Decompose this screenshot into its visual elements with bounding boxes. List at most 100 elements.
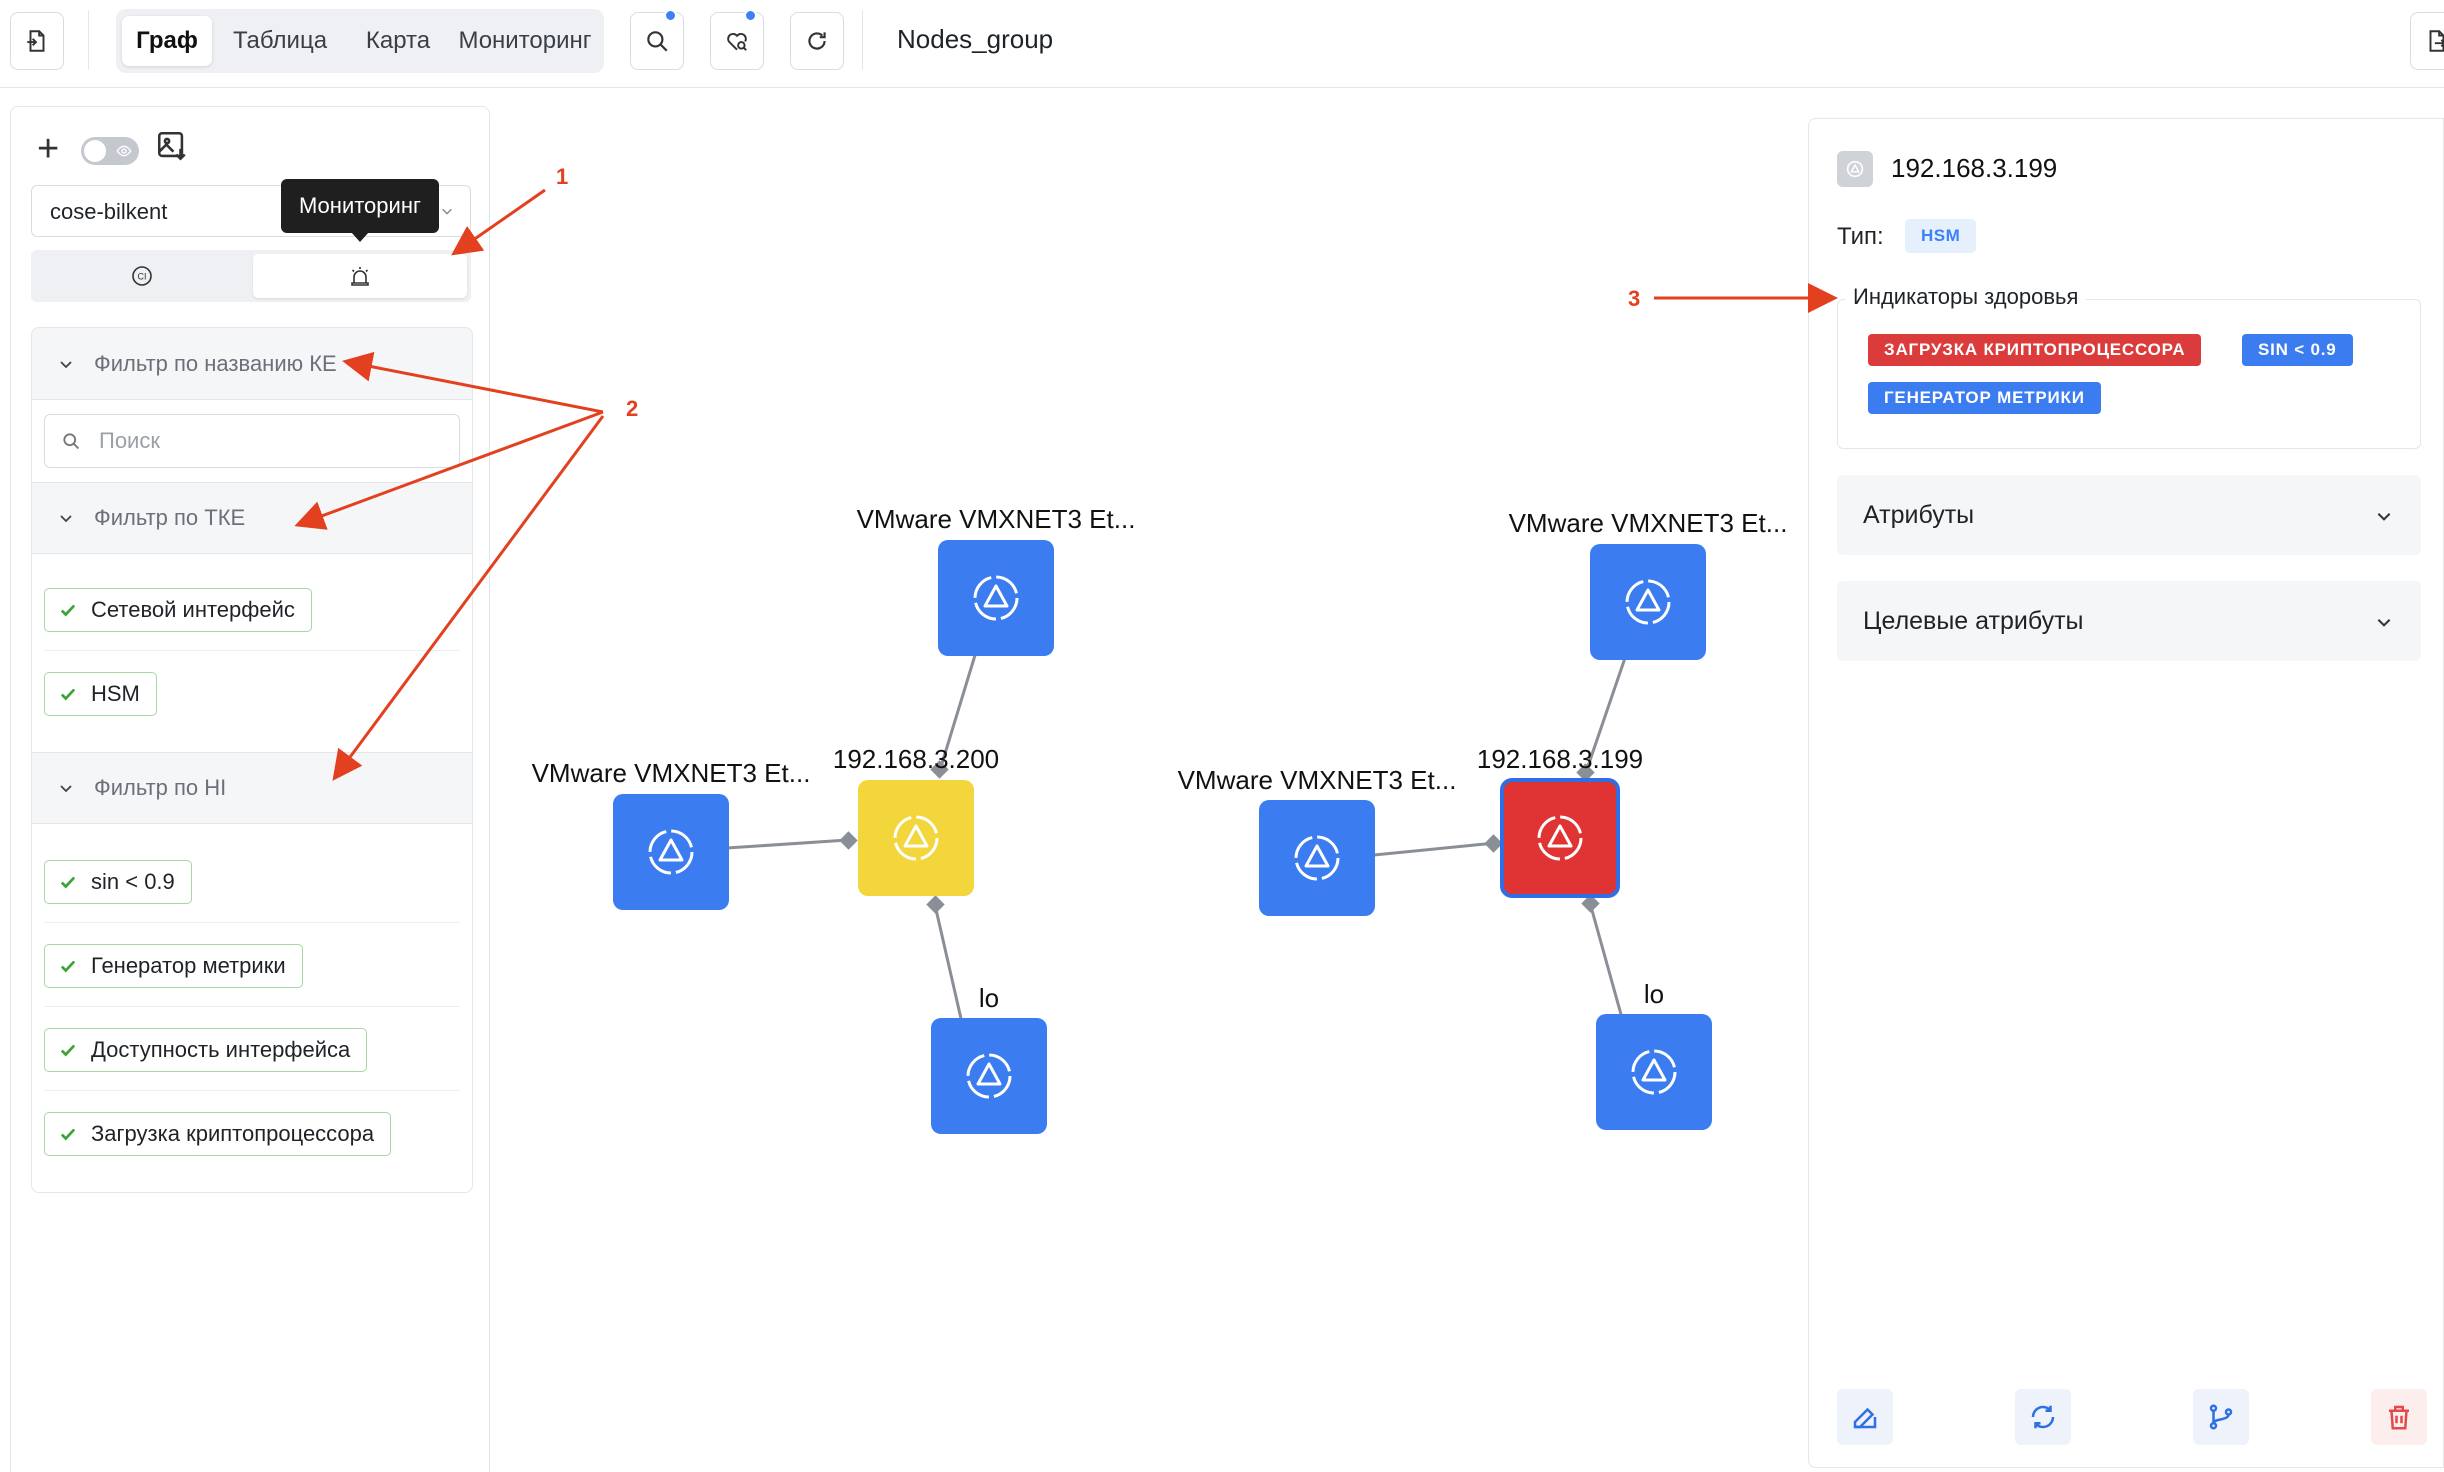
refresh-button[interactable] <box>790 12 844 70</box>
details-panel: 192.168.3.199 Тип: HSM ЗАГРУЗКА КРИПТОПР… <box>1808 118 2444 1468</box>
group-title: Nodes_group <box>897 24 1054 54</box>
attributes-accordion[interactable]: Атрибуты <box>1837 475 2421 555</box>
chevron-down-icon <box>60 785 72 793</box>
sync-button[interactable] <box>2015 1389 2071 1445</box>
filter-chip-network-interface[interactable]: Сетевой интерфейс <box>44 588 312 632</box>
type-badge: HSM <box>1905 219 1977 253</box>
search-icon <box>647 31 668 52</box>
filter-chip-label: Генератор метрики <box>91 953 286 978</box>
search-input[interactable]: Поиск <box>44 414 460 468</box>
notification-dot <box>664 9 677 22</box>
node-label: VMware VMXNET3 Et... <box>1509 508 1788 538</box>
node-label: VMware VMXNET3 Et... <box>857 504 1136 534</box>
svg-text:CI: CI <box>138 272 147 282</box>
edge-arrow <box>1484 834 1503 853</box>
refresh-icon <box>808 32 826 50</box>
health-tag-sin: SIN < 0.9 <box>2242 334 2353 366</box>
filter-chip-metric-generator[interactable]: Генератор метрики <box>44 944 303 988</box>
export-file-button[interactable] <box>2410 12 2444 70</box>
filter-tke-title: Фильтр по ТКЕ <box>94 505 246 530</box>
edit-icon <box>1853 1407 1877 1429</box>
graph-node-critical-selected[interactable]: 192.168.3.199 <box>1477 744 1643 898</box>
graph-edge <box>933 904 964 1024</box>
filter-hi-header[interactable]: Фильтр по HI <box>32 752 472 824</box>
filter-ke-header[interactable]: Фильтр по названию КЕ <box>32 328 472 400</box>
node-label: lo <box>1644 979 1664 1009</box>
view-tabs: Граф Таблица Карта Мониторинг <box>116 9 604 73</box>
edge-arrow <box>926 895 945 914</box>
panel-mode-tabs: CI <box>31 250 471 302</box>
edit-button[interactable] <box>1837 1389 1893 1445</box>
details-title: 192.168.3.199 <box>1891 153 2058 183</box>
health-indicators-title: Индикаторы здоровья <box>1845 284 2087 310</box>
node-label: lo <box>979 983 999 1013</box>
monitoring-tooltip: Мониторинг <box>281 179 439 242</box>
graph-edge <box>1588 902 1624 1019</box>
tab-table[interactable]: Таблица <box>216 16 344 66</box>
delete-button[interactable] <box>2371 1389 2427 1445</box>
node-label: 192.168.3.200 <box>833 744 999 774</box>
graph-node[interactable]: lo <box>931 983 1047 1134</box>
filter-chip-interface-availability[interactable]: Доступность интерфейса <box>44 1028 368 1072</box>
export-file-icon <box>2429 30 2444 52</box>
health-tag-metric-generator: ГЕНЕРАТОР МЕТРИКИ <box>1868 382 2101 414</box>
divider <box>44 922 460 923</box>
graph-edge <box>1373 841 1496 857</box>
filter-tke-header[interactable]: Фильтр по ТКЕ <box>32 482 472 554</box>
filter-chip-label: Доступность интерфейса <box>91 1037 351 1062</box>
node-label: 192.168.3.199 <box>1477 744 1643 774</box>
import-file-button[interactable] <box>10 12 64 70</box>
tab-map[interactable]: Карта <box>348 16 448 66</box>
branch-button[interactable] <box>2193 1389 2249 1445</box>
tab-ci[interactable]: CI <box>35 254 249 298</box>
filter-chip-label: Загрузка криптопроцессора <box>91 1121 375 1146</box>
graph-node[interactable]: VMware VMXNET3 Et... <box>1178 765 1457 916</box>
check-icon <box>60 688 76 701</box>
search-button[interactable] <box>630 9 684 70</box>
check-icon <box>60 1044 76 1057</box>
filter-chip-sin[interactable]: sin < 0.9 <box>44 860 192 904</box>
target-attributes-accordion[interactable]: Целевые атрибуты <box>1837 581 2421 661</box>
filters-accordion: Фильтр по названию КЕ Поиск Фильтр по ТК… <box>31 327 473 1193</box>
chevron-down-icon <box>2377 513 2391 521</box>
health-search-button[interactable] <box>710 9 764 70</box>
tab-monitoring[interactable]: Мониторинг <box>452 16 598 66</box>
toggle-knob <box>84 140 106 162</box>
add-icon[interactable]: + <box>37 129 59 169</box>
health-tag-crypto-load: ЗАГРУЗКА КРИПТОПРОЦЕССОРА <box>1868 334 2202 366</box>
search-placeholder: Поиск <box>99 428 160 453</box>
filter-chip-hsm[interactable]: HSM <box>44 672 157 716</box>
chevron-down-icon <box>2377 619 2391 627</box>
filter-chip-label: Сетевой интерфейс <box>91 597 295 622</box>
heart-search-icon <box>727 32 747 51</box>
save-image-icon[interactable] <box>155 129 189 163</box>
node-type-icon <box>1837 151 1873 187</box>
graph-node[interactable]: lo <box>1596 979 1712 1130</box>
toolbar-divider <box>862 10 863 70</box>
graph-node[interactable]: VMware VMXNET3 Et... <box>1509 508 1788 660</box>
alarm-icon <box>351 267 369 286</box>
top-bar: Граф Таблица Карта Мониторинг Nodes_grou… <box>0 0 2444 88</box>
graph-canvas[interactable]: VMware VMXNET3 Et... VMware VMXNET3 Et..… <box>500 90 1800 1472</box>
ci-icon: CI <box>132 266 152 286</box>
graph-node[interactable]: VMware VMXNET3 Et... <box>857 504 1136 656</box>
edge-arrow <box>839 831 858 850</box>
visibility-toggle[interactable] <box>81 137 139 165</box>
tab-monitoring-panel[interactable] <box>253 254 467 298</box>
node-label: VMware VMXNET3 Et... <box>1178 765 1457 795</box>
tab-graph[interactable]: Граф <box>122 16 212 66</box>
trash-icon <box>2389 1405 2409 1430</box>
filter-hi-title: Фильтр по HI <box>94 775 227 800</box>
graph-node-warning[interactable]: 192.168.3.200 <box>833 744 999 896</box>
filter-chip-crypto-load[interactable]: Загрузка криптопроцессора <box>44 1112 392 1156</box>
check-icon <box>60 1128 76 1141</box>
chevron-down-icon <box>60 360 72 368</box>
type-label: Тип: <box>1837 223 1884 250</box>
divider <box>44 650 460 651</box>
graph-node[interactable]: VMware VMXNET3 Et... <box>532 758 811 910</box>
check-icon <box>60 876 76 889</box>
eye-icon <box>116 145 132 157</box>
divider <box>44 1006 460 1007</box>
branch-icon <box>2209 1404 2233 1430</box>
node-label: VMware VMXNET3 Et... <box>532 758 811 788</box>
